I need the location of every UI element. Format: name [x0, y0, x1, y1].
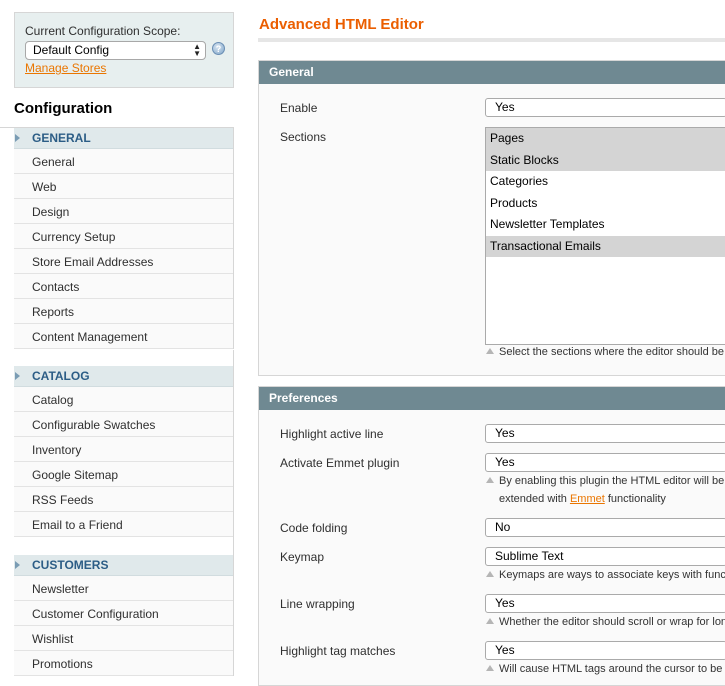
sidebar-item-web[interactable]: Web	[14, 174, 233, 199]
expand-triangle-icon	[15, 134, 20, 142]
highlight-active-line-select[interactable]: Yes	[485, 424, 725, 443]
nav-heading-general[interactable]: GENERAL	[14, 128, 233, 149]
general-section-heading[interactable]: General	[259, 61, 725, 84]
code-folding-select[interactable]: No	[485, 518, 725, 537]
sections-option-transactional-emails[interactable]: Transactional Emails	[486, 235, 725, 257]
nav-group-general: GENERAL General Web Design Currency Setu…	[14, 128, 234, 349]
nav-group-customers: CUSTOMERS Newsletter Customer Configurat…	[14, 555, 234, 676]
nav-heading-label: GENERAL	[32, 131, 91, 145]
nav-heading-label: CUSTOMERS	[32, 558, 109, 572]
sidebar-item-customer-configuration[interactable]: Customer Configuration	[14, 601, 233, 626]
title-divider	[258, 38, 725, 42]
preferences-section: Preferences Highlight active line Yes Ac…	[258, 386, 725, 686]
note-arrow-icon	[486, 477, 494, 483]
sidebar-item-promotions[interactable]: Promotions	[14, 651, 233, 676]
enable-label: Enable	[280, 101, 318, 115]
nav-heading-customers[interactable]: CUSTOMERS	[14, 555, 233, 576]
expand-triangle-icon	[15, 561, 20, 569]
sections-option-static-blocks[interactable]: Static Blocks	[486, 149, 725, 171]
highlight-tag-matches-select[interactable]: Yes	[485, 641, 725, 660]
code-folding-label: Code folding	[280, 521, 348, 535]
sidebar-item-content-management[interactable]: Content Management	[14, 324, 233, 349]
nav-heading-catalog[interactable]: CATALOG	[14, 366, 233, 387]
manage-stores-link[interactable]: Manage Stores	[25, 61, 106, 75]
sections-label: Sections	[280, 130, 327, 144]
sidebar-item-configurable-swatches[interactable]: Configurable Swatches	[14, 412, 233, 437]
sidebar-item-catalog[interactable]: Catalog	[14, 387, 233, 412]
keymap-label: Keymap	[280, 550, 325, 564]
emmet-note-line-1: By enabling this plugin the HTML editor …	[486, 475, 724, 487]
sidebar-item-currency-setup[interactable]: Currency Setup	[14, 224, 233, 249]
note-arrow-icon	[486, 618, 494, 624]
sidebar-item-store-email-addresses[interactable]: Store Email Addresses	[14, 249, 233, 274]
keymap-note: Keymaps are ways to associate keys with …	[486, 569, 725, 581]
sidebar-item-email-to-a-friend[interactable]: Email to a Friend	[14, 512, 233, 537]
scope-select-value: Default Config	[33, 43, 110, 57]
scope-label: Current Configuration Scope:	[25, 24, 181, 38]
sections-note: Select the sections where the editor sho…	[486, 346, 724, 358]
emmet-select[interactable]: Yes	[485, 453, 725, 472]
sidebar-item-contacts[interactable]: Contacts	[14, 274, 233, 299]
sidebar-item-wishlist[interactable]: Wishlist	[14, 626, 233, 651]
emmet-label: Activate Emmet plugin	[280, 456, 400, 470]
sections-multiselect[interactable]: Pages Static Blocks Categories Products …	[485, 127, 725, 345]
line-wrapping-note: Whether the editor should scroll or wrap…	[486, 616, 725, 628]
sidebar-item-reports[interactable]: Reports	[14, 299, 233, 324]
scope-switcher: Current Configuration Scope: Default Con…	[14, 12, 234, 88]
sections-option-categories[interactable]: Categories	[486, 171, 725, 193]
sections-option-newsletter-templates[interactable]: Newsletter Templates	[486, 214, 725, 236]
nav-group-catalog: CATALOG Catalog Configurable Swatches In…	[14, 366, 234, 537]
expand-triangle-icon	[15, 372, 20, 380]
note-arrow-icon	[486, 348, 494, 354]
sidebar: Current Configuration Scope: Default Con…	[0, 0, 234, 680]
sidebar-item-google-sitemap[interactable]: Google Sitemap	[14, 462, 233, 487]
line-wrapping-select[interactable]: Yes	[485, 594, 725, 613]
emmet-link[interactable]: Emmet	[570, 493, 605, 505]
sections-option-pages[interactable]: Pages	[486, 128, 725, 150]
preferences-section-heading[interactable]: Preferences	[259, 387, 725, 410]
enable-select[interactable]: Yes	[485, 98, 725, 117]
highlight-tag-matches-note: Will cause HTML tags around the cursor t…	[486, 663, 722, 675]
sidebar-item-rss-feeds[interactable]: RSS Feeds	[14, 487, 233, 512]
note-arrow-icon	[486, 571, 494, 577]
line-wrapping-label: Line wrapping	[280, 597, 355, 611]
select-arrows-icon: ▲ ▼	[193, 42, 201, 58]
note-arrow-icon	[486, 665, 494, 671]
highlight-active-line-label: Highlight active line	[280, 427, 384, 441]
configuration-title: Configuration	[0, 88, 234, 128]
sidebar-item-general[interactable]: General	[14, 149, 233, 174]
sections-option-products[interactable]: Products	[486, 193, 725, 215]
nav-divider	[14, 537, 234, 555]
emmet-note-line-2: extended with Emmet functionality	[499, 493, 666, 505]
scope-select[interactable]: Default Config ▲ ▼	[25, 41, 206, 60]
general-section: General Enable Yes Sections Pages Static…	[258, 60, 725, 376]
page-title: Advanced HTML Editor	[259, 16, 424, 33]
help-icon[interactable]: ?	[212, 42, 225, 55]
sidebar-item-newsletter[interactable]: Newsletter	[14, 576, 233, 601]
sidebar-item-inventory[interactable]: Inventory	[14, 437, 233, 462]
highlight-tag-matches-label: Highlight tag matches	[280, 644, 396, 658]
sidebar-item-design[interactable]: Design	[14, 199, 233, 224]
keymap-select[interactable]: Sublime Text	[485, 547, 725, 566]
nav-heading-label: CATALOG	[32, 369, 90, 383]
nav-divider	[14, 350, 234, 366]
